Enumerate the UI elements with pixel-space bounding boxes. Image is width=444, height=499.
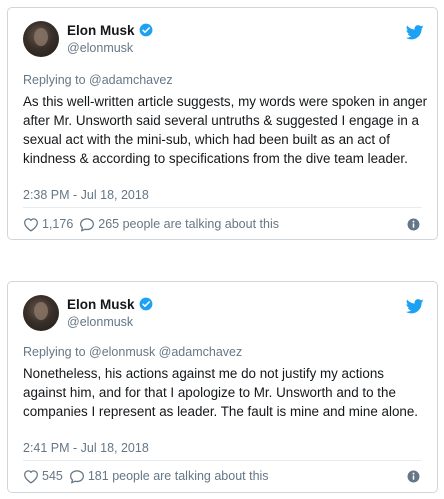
info-icon[interactable] <box>407 470 420 483</box>
info-icon[interactable] <box>407 218 420 231</box>
like-count[interactable]: 545 <box>42 469 63 483</box>
tweet-text: Nonetheless, his actions against me do n… <box>23 366 419 419</box>
divider <box>23 207 422 208</box>
twitter-bird-icon[interactable] <box>406 25 424 40</box>
comment-bubble-icon[interactable] <box>79 217 95 232</box>
author-name-text[interactable]: Elon Musk <box>67 23 135 38</box>
author-name-text[interactable]: Elon Musk <box>67 297 135 312</box>
heart-icon[interactable] <box>23 217 39 232</box>
avatar[interactable] <box>23 21 59 57</box>
tweet-actions: 545 181 people are talking about this <box>23 467 422 485</box>
talking-about-link[interactable]: 265 people are talking about this <box>98 217 279 231</box>
timestamp-link[interactable]: 2:41 PM - Jul 18, 2018 <box>23 441 149 455</box>
author-handle[interactable]: @elonmusk <box>67 41 133 55</box>
tweet-actions: 1,176 265 people are talking about this <box>23 215 422 233</box>
tweet-text: As this well-written article suggests, m… <box>23 94 428 166</box>
timestamp-link[interactable]: 2:38 PM - Jul 18, 2018 <box>23 188 149 202</box>
twitter-bird-icon[interactable] <box>406 299 424 314</box>
verified-badge-icon <box>139 23 152 37</box>
verified-badge-icon <box>139 297 152 311</box>
author-name[interactable]: Elon Musk <box>67 23 153 38</box>
comment-bubble-icon[interactable] <box>69 469 85 484</box>
replying-to[interactable]: Replying to @elonmusk @adamchavez <box>23 345 242 359</box>
like-count[interactable]: 1,176 <box>42 217 73 231</box>
avatar[interactable] <box>23 295 59 331</box>
tweet-card[interactable]: Elon Musk @elonmusk Replying to @elonmus… <box>7 281 438 493</box>
divider <box>23 460 422 461</box>
author-handle[interactable]: @elonmusk <box>67 315 133 329</box>
talking-about-link[interactable]: 181 people are talking about this <box>88 469 269 483</box>
tweet-card[interactable]: Elon Musk @elonmusk Replying to @adamcha… <box>7 7 438 240</box>
heart-icon[interactable] <box>23 469 39 484</box>
replying-to[interactable]: Replying to @adamchavez <box>23 73 173 87</box>
author-name[interactable]: Elon Musk <box>67 297 153 312</box>
